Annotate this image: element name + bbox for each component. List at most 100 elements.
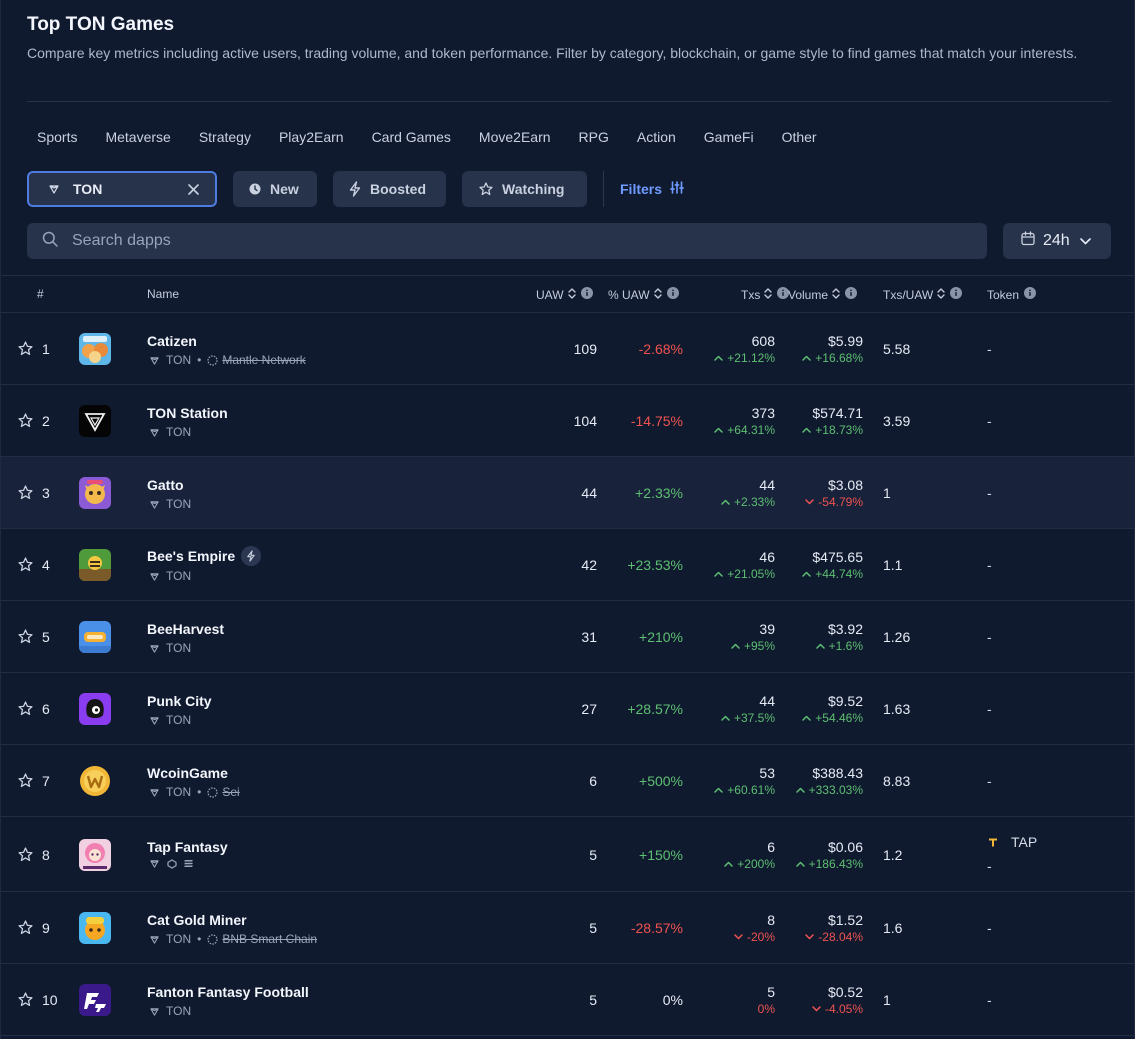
info-icon[interactable] [580,287,593,302]
table-row[interactable]: 6 Punk City TON 27 +28.57% 44 +37.5% $9.52 +54.4… [1,673,1135,745]
header-volume-label: Volume [788,287,829,302]
ton-icon [150,572,159,581]
uaw-percent-change: +210% [639,629,683,645]
table-row[interactable]: 2 TON Station TON 104 -14.75% 373 +64.31% $574.… [1,385,1135,457]
table-row[interactable]: 8 Tap Fantasy 5 +150% 6 +200% $0.06 +186.43% 1.2… [1,817,1135,892]
txs-per-uaw: 8.83 [883,773,911,789]
game-name[interactable]: Cat Gold Miner [147,912,247,928]
category-tab-action[interactable]: Action [627,120,686,154]
volume-change: -28.04% [805,930,863,944]
txs-value: 44 [759,693,775,709]
chain-icons [150,858,194,869]
watchlist-star-icon[interactable] [18,992,33,1012]
table-row[interactable]: 9 Cat Gold Miner TON • BNB Smart Chain 5 -28.5… [1,892,1135,964]
category-tab-gamefi[interactable]: GameFi [694,120,764,154]
game-name[interactable]: Bee's Empire [147,546,262,566]
uaw-percent-change: +28.57% [627,701,683,717]
chain-filter-chip[interactable]: TON [27,171,217,207]
token-value: - [987,773,992,789]
watchlist-star-icon[interactable] [18,557,33,577]
clock-icon [249,183,261,195]
token-value: - [987,920,992,936]
watchlist-star-icon[interactable] [18,920,33,940]
volume-change-label: +18.73% [815,423,863,437]
info-icon[interactable] [845,287,858,302]
category-tab-card-games[interactable]: Card Games [362,120,461,154]
watchlist-star-icon[interactable] [18,629,33,649]
txs-change-label: 0% [757,1002,775,1016]
header-uaw[interactable]: UAW [536,287,593,302]
game-name[interactable]: Tap Fantasy [147,839,228,855]
game-logo [79,912,111,944]
category-tab-strategy[interactable]: Strategy [189,120,261,154]
alt-chain-icon [207,354,218,366]
watchlist-star-icon[interactable] [18,701,33,721]
period-value: 24h [1043,232,1070,249]
sort-icon[interactable] [653,287,662,302]
sort-icon[interactable] [832,287,840,302]
watchlist-star-icon[interactable] [18,846,33,867]
volume-change-label: +333.03% [808,783,863,797]
category-tab-rpg[interactable]: RPG [569,120,619,154]
sort-icon[interactable] [567,287,576,302]
table-row[interactable]: 1 Catizen TON • Mantle Network 109 -2.68% 608 +2… [1,313,1135,385]
info-icon[interactable] [666,287,679,302]
header-ratio[interactable]: Txs/UAW [883,287,963,302]
ton-icon [150,500,159,509]
watchlist-star-icon[interactable] [18,341,33,361]
game-name[interactable]: Fanton Fantasy Football [147,984,309,1000]
new-filter-button[interactable]: New [233,171,317,207]
game-name[interactable]: TON Station [147,405,228,421]
alt-chain-name: Mantle Network [222,353,306,367]
header-volume[interactable]: Volume [788,287,858,302]
table-row[interactable]: 7 WcoinGame TON • Sei 6 +500% 53 +60.61% $388.43 +… [1,745,1135,817]
game-name[interactable]: WcoinGame [147,765,228,781]
search-input[interactable] [72,232,932,250]
token-link[interactable]: TAP [987,834,1037,850]
category-tab-move2earn[interactable]: Move2Earn [469,120,561,154]
txs-change-label: +95% [743,639,775,653]
category-tab-metaverse[interactable]: Metaverse [95,120,180,154]
boosted-filter-button[interactable]: Boosted [333,171,446,207]
table-row[interactable]: 5 BeeHarvest TON 31 +210% 39 +95% $3.92 +1.6% 1.2… [1,601,1135,673]
chain-name: TON [166,569,192,583]
volume-change-label: -4.05% [824,1002,863,1016]
txs-change-label: +2.33% [733,495,775,509]
sort-icon[interactable] [764,287,773,302]
game-name-label: Bee's Empire [147,548,236,564]
category-tab-play2earn[interactable]: Play2Earn [269,120,354,154]
table-row[interactable]: 3 Gatto TON 44 +2.33% 44 +2.33% $3.08 -54.79% 1 - [1,457,1135,529]
ton-icon [150,788,159,797]
category-tab-other[interactable]: Other [772,120,827,154]
watchlist-star-icon[interactable] [18,485,33,505]
uaw-value: 27 [581,701,597,717]
category-tab-sports[interactable]: Sports [27,120,87,154]
table-row[interactable]: 4 Bee's Empire TON 42 +23.53% 46 +21.05% $475.6… [1,529,1135,601]
sort-icon[interactable] [937,287,945,302]
header-txs[interactable]: Txs [741,287,790,302]
game-name[interactable]: Catizen [147,333,197,349]
close-icon[interactable] [188,183,199,195]
chain-filter-label: TON [73,181,103,197]
watching-filter-button[interactable]: Watching [462,171,587,207]
token-price: - [987,857,992,874]
game-chains: TON • BNB Smart Chain [147,932,317,946]
info-icon[interactable] [950,287,963,302]
token-value: - [987,701,992,717]
game-name[interactable]: Gatto [147,477,184,493]
filters-button[interactable]: Filters [620,171,684,207]
header-puaw[interactable]: % UAW [608,287,679,302]
period-dropdown[interactable]: 24h [1003,223,1111,259]
arrow-up-icon [714,787,727,793]
txs-change-label: +200% [737,856,775,871]
watchlist-star-icon[interactable] [18,773,33,793]
info-icon[interactable] [1024,287,1037,302]
watchlist-star-icon[interactable] [18,413,33,433]
volume-change: +186.43% [795,857,863,871]
game-name[interactable]: Punk City [147,693,212,709]
game-name[interactable]: BeeHarvest [147,621,224,637]
game-chains: TON [147,425,191,439]
table-row[interactable]: 10 Fanton Fantasy Football TON 5 0% 5 0% $0.52 -… [1,964,1135,1036]
row-rank: 6 [42,701,50,717]
game-chains: TON [147,497,191,511]
